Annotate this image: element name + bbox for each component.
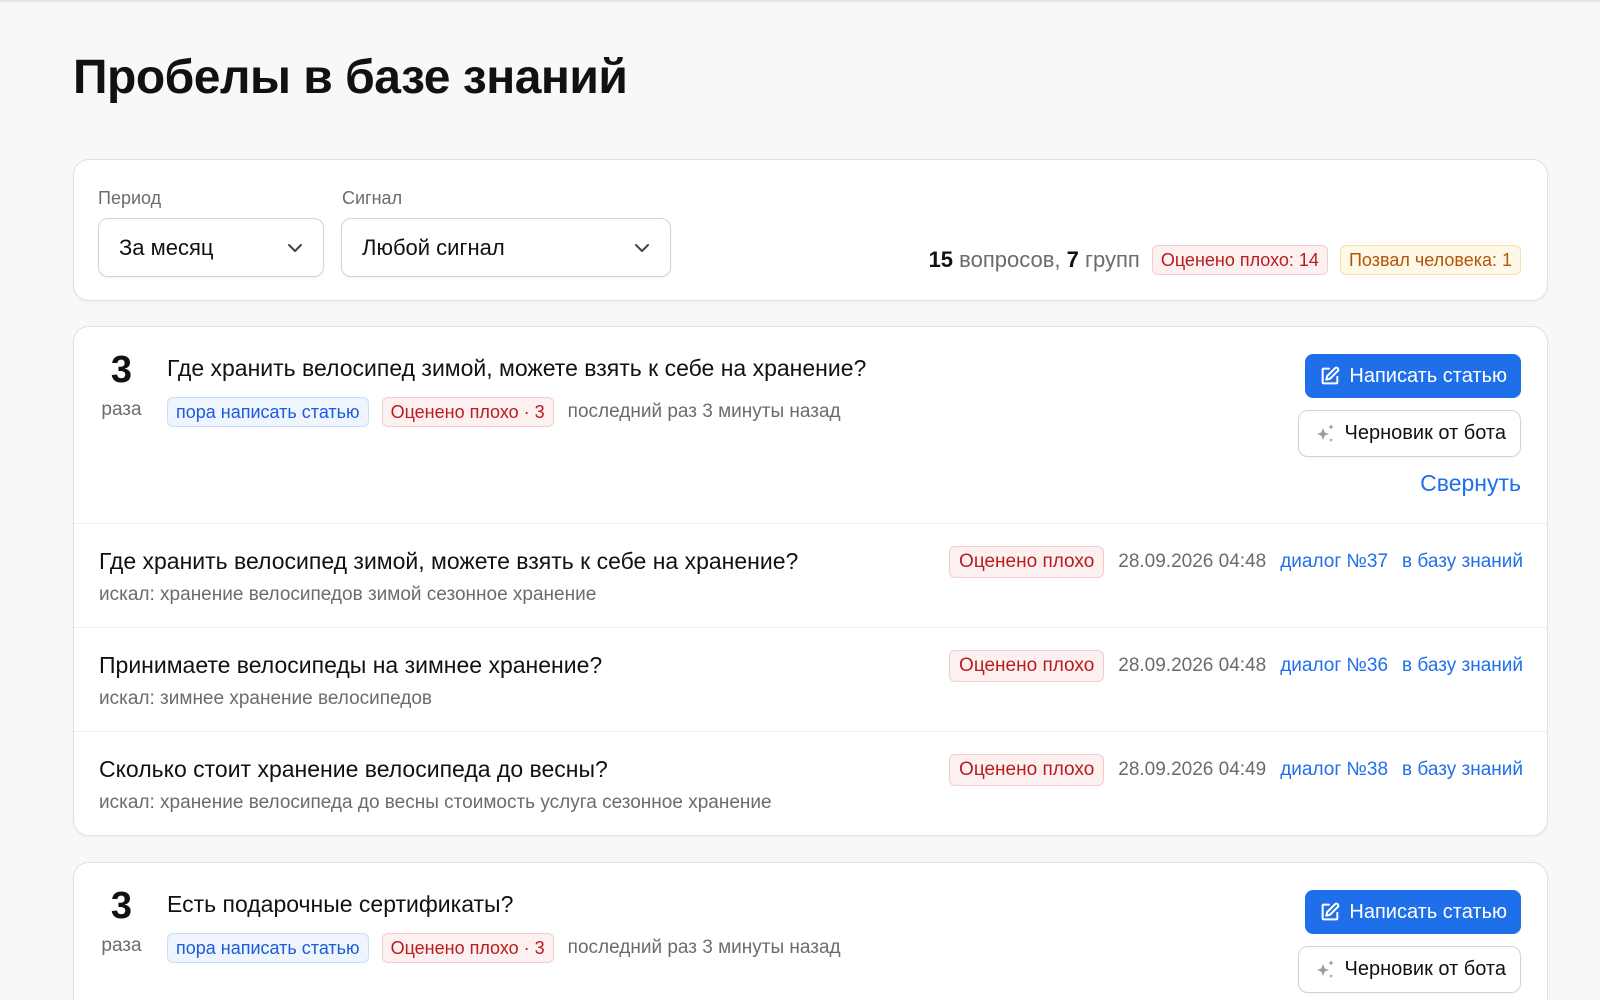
write-article-button[interactable]: Написать статью <box>1305 354 1521 398</box>
groups-word: групп <box>1078 247 1140 272</box>
questions-count: 15 <box>928 247 954 272</box>
groups-count: 7 <box>1066 247 1079 272</box>
question-actions: Оценено плохо 28.09.2026 04:48 диалог №3… <box>949 650 1523 682</box>
signal-badge: Оценено плохо <box>949 754 1105 786</box>
signal-label: Сигнал <box>342 188 403 208</box>
stats-counts: 15 вопросов, 7 групп <box>929 247 1140 273</box>
bot-draft-button[interactable]: Черновик от бота <box>1297 410 1521 457</box>
bot-draft-button[interactable]: Черновик от бота <box>1297 946 1521 993</box>
stats-summary: 15 вопросов, 7 групп Оценено плохо: 14 П… <box>929 245 1521 275</box>
to-knowledge-base-link[interactable]: в базу знаний <box>1402 759 1523 781</box>
period-select[interactable]: За месяц <box>98 218 324 277</box>
bot-draft-label: Черновик от бота <box>1344 422 1506 444</box>
page-title: Пробелы в базе знаний <box>73 51 628 104</box>
signal-badge: Оценено плохо <box>949 650 1105 682</box>
group-meta: пора написать статью Оценено плохо · 3 п… <box>167 933 841 963</box>
edit-icon <box>1322 902 1340 921</box>
question-text: Где хранить велосипед зимой, можете взят… <box>99 548 799 574</box>
questions-word: вопросов, <box>953 247 1067 272</box>
signal-badge: Оценено плохо <box>949 546 1105 578</box>
sparkles-icon <box>1316 959 1334 978</box>
question-text: Сколько стоит хранение велосипеда до вес… <box>99 756 608 782</box>
last-seen: последний раз 3 минуты назад <box>567 937 841 958</box>
dialog-link[interactable]: диалог №38 <box>1280 759 1388 781</box>
signal-select[interactable]: Любой сигнал <box>341 218 671 277</box>
dialog-link[interactable]: диалог №37 <box>1280 551 1388 573</box>
period-select-value: За месяц <box>119 234 214 260</box>
to-knowledge-base-link[interactable]: в базу знаний <box>1402 551 1523 573</box>
signal-select-value: Любой сигнал <box>362 234 505 260</box>
last-seen: последний раз 3 минуты назад <box>567 401 841 422</box>
chevron-down-icon <box>635 244 649 252</box>
signal-badge: Оценено плохо · 3 <box>381 933 554 963</box>
question-date: 28.09.2026 04:48 <box>1118 655 1267 676</box>
filters-panel: Период За месяц Сигнал Любой сигнал 15 в… <box>73 159 1548 301</box>
chevron-down-icon <box>288 244 302 252</box>
write-article-label: Написать статью <box>1349 364 1507 387</box>
called-human-badge[interactable]: Позвал человека: 1 <box>1339 245 1521 275</box>
group-count: 3 <box>110 885 133 927</box>
rated-bad-badge[interactable]: Оценено плохо: 14 <box>1151 245 1328 275</box>
gap-group: 3 раза Где хранить велосипед зимой, може… <box>73 326 1548 836</box>
sparkles-icon <box>1316 423 1334 442</box>
edit-icon <box>1322 366 1340 385</box>
search-query: искал: хранение велосипедов зимой сезонн… <box>99 584 597 605</box>
collapse-link[interactable]: Свернуть <box>1420 470 1521 497</box>
question-date: 28.09.2026 04:48 <box>1118 551 1267 572</box>
question-actions: Оценено плохо 28.09.2026 04:48 диалог №3… <box>949 546 1523 578</box>
write-article-tag: пора написать статью <box>167 397 369 427</box>
group-meta: пора написать статью Оценено плохо · 3 п… <box>167 397 841 427</box>
question-row: Сколько стоит хранение велосипеда до вес… <box>74 731 1547 835</box>
question-row: Принимаете велосипеды на зимнее хранение… <box>74 627 1547 731</box>
top-divider <box>0 0 1600 2</box>
dialog-link[interactable]: диалог №36 <box>1280 655 1388 677</box>
group-count: 3 <box>110 349 133 391</box>
group-title: Есть подарочные сертификаты? <box>167 891 514 917</box>
bot-draft-label: Черновик от бота <box>1344 958 1506 980</box>
search-query: искал: хранение велосипеда до весны стои… <box>99 792 772 813</box>
to-knowledge-base-link[interactable]: в базу знаний <box>1402 655 1523 677</box>
question-date: 28.09.2026 04:49 <box>1118 759 1267 780</box>
question-row: Где хранить велосипед зимой, можете взят… <box>74 523 1547 627</box>
write-article-label: Написать статью <box>1349 900 1507 923</box>
group-count-unit: раза <box>101 935 142 956</box>
question-actions: Оценено плохо 28.09.2026 04:49 диалог №3… <box>949 754 1523 786</box>
question-text: Принимаете велосипеды на зимнее хранение… <box>99 652 603 678</box>
search-query: искал: зимнее хранение велосипедов <box>99 688 432 709</box>
gap-group: 3 раза Есть подарочные сертификаты? пора… <box>73 862 1548 1000</box>
group-title: Где хранить велосипед зимой, можете взят… <box>167 355 867 381</box>
write-article-button[interactable]: Написать статью <box>1305 890 1521 934</box>
group-count-unit: раза <box>101 399 142 420</box>
signal-badge: Оценено плохо · 3 <box>381 397 554 427</box>
write-article-tag: пора написать статью <box>167 933 369 963</box>
period-label: Период <box>98 188 162 208</box>
